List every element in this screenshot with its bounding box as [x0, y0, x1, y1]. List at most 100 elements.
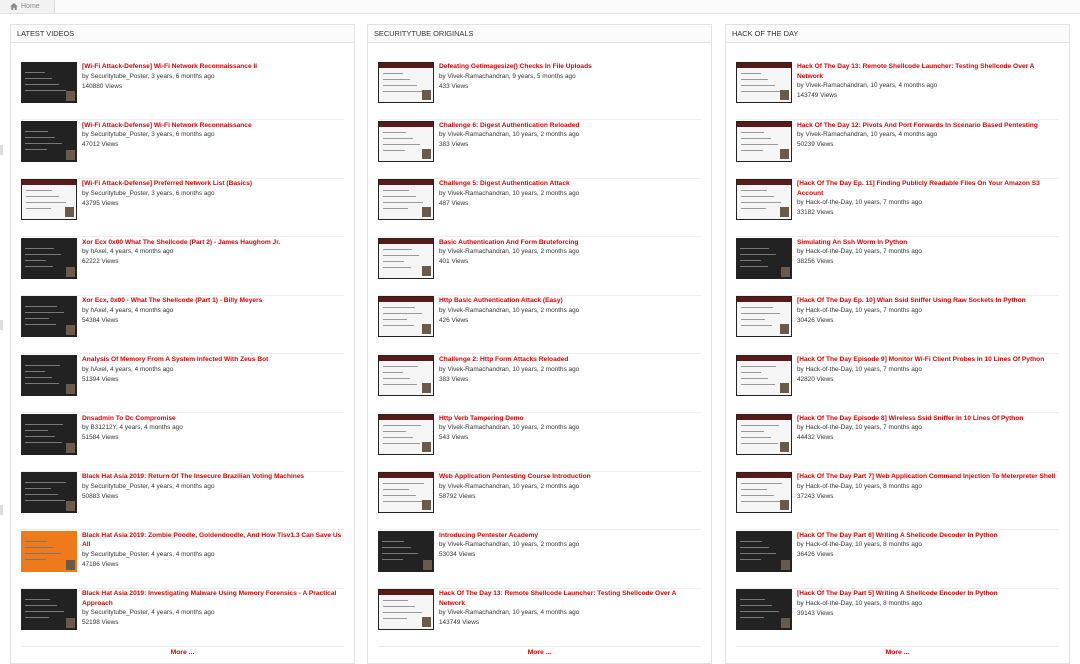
- breadcrumb-home[interactable]: Home: [0, 0, 55, 13]
- video-title-link[interactable]: [Wi-Fi Attack-Defense] Wi-Fi Network Rec…: [82, 121, 344, 131]
- video-thumbnail[interactable]: [378, 237, 434, 279]
- side-tab: [0, 320, 3, 330]
- video-view-count: 543 Views: [439, 434, 469, 442]
- video-title-link[interactable]: Dnsadmin To Dc Compromise: [82, 414, 344, 424]
- video-title-link[interactable]: [Hack Of The Day Episode 9] Monitor Wi-F…: [797, 355, 1059, 365]
- video-thumbnail[interactable]: [736, 62, 792, 103]
- video-author-age: by Vivek-Ramachandran, 10 years, 4 month…: [797, 131, 938, 139]
- video-author-age: by Hack-of-the-Day, 10 years, 7 months a…: [797, 365, 922, 373]
- video-title-link[interactable]: [Hack Of The Day Ep. 10] Wlan Ssid Sniff…: [797, 296, 1059, 306]
- thumbnail-text-line: [25, 148, 47, 150]
- thumbnail-text-line: [741, 79, 768, 80]
- video-thumbnail[interactable]: [21, 355, 77, 396]
- presenter-avatar: [66, 91, 75, 101]
- video-thumbnail[interactable]: [21, 179, 77, 221]
- thumbnail-text-line: [25, 265, 53, 267]
- video-title-link[interactable]: Xor Ecx, 0x00 - What The Shellcode (Part…: [82, 296, 344, 306]
- video-thumbnail[interactable]: [378, 589, 434, 631]
- thumbnail-text-line: [383, 436, 413, 438]
- video-thumbnail[interactable]: [21, 237, 77, 279]
- video-thumbnail[interactable]: [736, 296, 792, 338]
- video-thumbnail[interactable]: [378, 179, 434, 221]
- breadcrumb: Home: [0, 0, 1080, 14]
- video-author-age: by Hack-of-the-Day, 10 years, 7 months a…: [797, 248, 922, 256]
- video-title-link[interactable]: Analysis Of Memory From A System Infecte…: [82, 355, 344, 365]
- video-thumbnail[interactable]: [21, 296, 77, 338]
- presenter-avatar: [66, 501, 75, 512]
- list-item: Analysis Of Memory From A System Infecte…: [21, 355, 344, 413]
- video-thumbnail[interactable]: [378, 355, 434, 396]
- video-thumbnail[interactable]: [736, 472, 792, 514]
- video-title-link[interactable]: [Wi-Fi Attack-Defense] Preferred Network…: [82, 179, 344, 189]
- video-title-link[interactable]: Black Hat Asia 2019: Return Of The Insec…: [82, 472, 344, 482]
- video-title-link[interactable]: Http Verb Tampering Demo: [439, 414, 701, 424]
- list-item: Challenge 6: Digest Authentication Reloa…: [378, 120, 701, 179]
- thumbnail-bar: [379, 356, 433, 361]
- thumbnail-text-line: [383, 143, 420, 145]
- video-title-link[interactable]: [Wi-Fi Attack-Defense] Wi-Fi Network Rec…: [82, 62, 344, 72]
- video-thumbnail[interactable]: [378, 530, 434, 572]
- video-title-link[interactable]: [Hack Of The Day Ep. 11] Finding Publicl…: [797, 179, 1059, 198]
- video-view-count: 30426 Views: [797, 316, 834, 324]
- video-author-age: by B31212Y, 4 years, 4 months ago: [82, 424, 183, 432]
- video-title-link[interactable]: Black Hat Asia 2019: Investigating Malwa…: [82, 589, 344, 608]
- video-info: [Hack Of The Day Episode 8] Wireless Ssi…: [797, 414, 1059, 444]
- video-info: Dnsadmin To Dc Compromise by B31212Y, 4 y…: [82, 414, 344, 444]
- video-thumbnail[interactable]: [736, 179, 792, 221]
- thumbnail-text-line: [383, 73, 403, 74]
- thumbnail-text-line: [383, 313, 422, 315]
- video-title-link[interactable]: Hack Of The Day 13: Remote Shellcode Lau…: [439, 589, 701, 608]
- home-icon: [10, 3, 18, 10]
- video-title-link[interactable]: Hack Of The Day 13: Remote Shellcode Lau…: [797, 62, 1059, 81]
- thumbnail-text-line: [383, 378, 410, 379]
- panel-header: SECURITYTUBE ORIGINALS: [368, 25, 711, 43]
- video-info: [Wi-Fi Attack-Defense] Wi-Fi Network Rec…: [82, 121, 344, 151]
- video-thumbnail[interactable]: [378, 296, 434, 338]
- video-thumbnail[interactable]: [21, 589, 77, 631]
- video-thumbnail[interactable]: [378, 62, 434, 103]
- video-thumbnail[interactable]: [21, 530, 77, 572]
- video-thumbnail[interactable]: [736, 237, 792, 279]
- presenter-avatar: [65, 207, 74, 218]
- video-thumbnail[interactable]: [21, 472, 77, 514]
- thumbnail-text-line: [741, 442, 778, 444]
- video-thumbnail[interactable]: [21, 413, 77, 455]
- video-title-link[interactable]: Black Hat Asia 2019: Zombie Poodle, Gold…: [82, 531, 344, 550]
- video-title-link[interactable]: Http Basic Authentication Attack (Easy): [439, 296, 701, 306]
- video-title-link[interactable]: [Hack Of The Day Part 7] Web Application…: [797, 472, 1059, 482]
- video-thumbnail[interactable]: [378, 120, 434, 162]
- video-thumbnail[interactable]: [21, 62, 77, 103]
- video-title-link[interactable]: Hack Of The Day 12: Pivots And Port Forw…: [797, 121, 1059, 131]
- video-thumbnail[interactable]: [736, 530, 792, 572]
- video-info: [Wi-Fi Attack-Defense] Preferred Network…: [82, 179, 344, 209]
- video-view-count: 383 Views: [439, 375, 469, 383]
- video-thumbnail[interactable]: [736, 413, 792, 455]
- video-title-link[interactable]: Challenge 5: Digest Authentication Attac…: [439, 179, 701, 189]
- video-title-link[interactable]: [Hack Of The Day Part 5] Writing A Shell…: [797, 589, 1059, 599]
- video-thumbnail[interactable]: [378, 413, 434, 455]
- video-title-link[interactable]: Simulating An Ssh Worm In Python: [797, 238, 1059, 248]
- side-tab: [0, 505, 3, 515]
- video-title-link[interactable]: [Hack Of The Day Part 6] Writing A Shell…: [797, 531, 1059, 541]
- video-info: Hack Of The Day 13: Remote Shellcode Lau…: [797, 62, 1059, 101]
- video-info: Http Basic Authentication Attack (Easy) b…: [439, 296, 701, 326]
- video-thumbnail[interactable]: [736, 589, 792, 631]
- video-title-link[interactable]: Challenge 6: Digest Authentication Reloa…: [439, 121, 701, 131]
- video-view-count: 433 Views: [439, 82, 469, 90]
- video-thumbnail[interactable]: [736, 355, 792, 396]
- presenter-avatar: [780, 148, 789, 159]
- video-title-link[interactable]: Challenge 2: Http Form Attacks Reloaded: [439, 355, 701, 365]
- video-title-link[interactable]: Introducing Pentester Academy: [439, 531, 701, 541]
- video-thumbnail[interactable]: [736, 120, 792, 162]
- video-title-link[interactable]: Xor Ecx 0x00 What The Shellcode (Part 2)…: [82, 238, 344, 248]
- thumbnail-text-line: [383, 424, 421, 426]
- presenter-avatar: [66, 149, 75, 160]
- video-thumbnail[interactable]: [21, 120, 77, 162]
- video-title-link[interactable]: Defeating Getimagesize() Checks In File …: [439, 62, 701, 72]
- video-thumbnail[interactable]: [378, 472, 434, 514]
- video-title-link[interactable]: Web Application Pentesting Course Introd…: [439, 472, 701, 482]
- thumbnail-text-line: [383, 91, 424, 92]
- video-title-link[interactable]: Basic Authentication And Form Bruteforci…: [439, 238, 701, 248]
- thumbnail-text-line: [25, 312, 64, 314]
- video-title-link[interactable]: [Hack Of The Day Episode 8] Wireless Ssi…: [797, 414, 1059, 424]
